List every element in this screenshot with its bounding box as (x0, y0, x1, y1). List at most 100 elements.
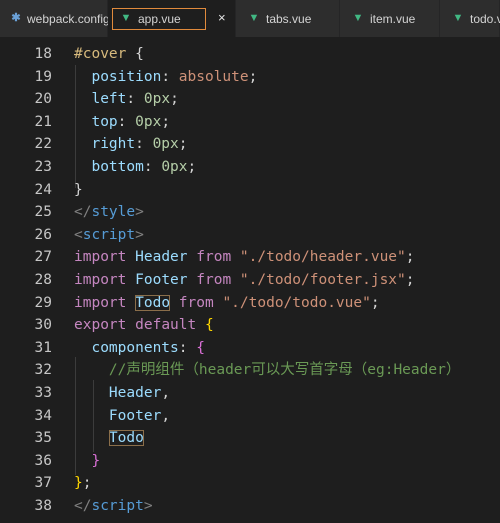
code-line[interactable]: 29 import Todo from "./todo/todo.vue"; (0, 292, 500, 315)
code-text[interactable]: </style> (74, 201, 144, 224)
code-text[interactable]: } (74, 450, 100, 473)
code-line[interactable]: 38 </script> (0, 495, 500, 518)
code-line[interactable]: 28 import Footer from "./todo/footer.jsx"… (0, 269, 500, 292)
code-token: { (204, 317, 214, 334)
code-text[interactable]: Header, (74, 382, 170, 405)
line-number: 26 (34, 226, 52, 243)
tab-app-vue[interactable]: ▼ app.vue × (108, 0, 236, 37)
code-token: "./todo/footer.jsx" (239, 272, 406, 288)
code-text[interactable]: }; (74, 472, 91, 495)
code-text[interactable]: //声明组件（header可以大写首字母（eg:Header） (74, 359, 460, 382)
line-number: 21 (34, 113, 52, 130)
code-token: : (126, 91, 144, 108)
code-text[interactable]: } (74, 179, 83, 202)
code-token: import (74, 272, 127, 288)
code-text[interactable]: export default { (74, 314, 214, 337)
code-line[interactable]: 20 left: 0px; (0, 88, 500, 111)
code-token: Header (74, 385, 162, 401)
code-token: 0px (152, 136, 179, 153)
code-line[interactable]: 37}; (0, 472, 500, 495)
code-token: </ (74, 204, 92, 221)
code-token: script (82, 226, 136, 243)
code-token: > (135, 204, 144, 221)
tab-item-vue[interactable]: ▼ item.vue (340, 0, 440, 37)
gear-icon: ✱ (11, 12, 21, 24)
code-text[interactable]: left: 0px; (74, 88, 179, 111)
code-token: { (135, 46, 144, 62)
tab-label: todo.vu (470, 12, 500, 26)
line-number: 34 (34, 407, 52, 424)
line-number: 25 (34, 204, 52, 221)
code-token: ; (248, 68, 258, 85)
code-text[interactable]: bottom: 0px; (74, 156, 196, 179)
code-token: style (91, 204, 136, 221)
code-token: ; (170, 91, 179, 108)
code-line[interactable]: 30 export default { (0, 314, 500, 337)
code-line[interactable]: 22 right: 0px; (0, 133, 500, 156)
code-text[interactable]: Todo (74, 427, 144, 450)
code-text[interactable]: Footer, (74, 405, 170, 428)
line-number: 36 (34, 452, 52, 469)
code-token: : (135, 136, 153, 153)
code-token: ; (370, 294, 380, 311)
code-line[interactable]: 18 #cover { (0, 43, 500, 66)
code-text[interactable]: top: 0px; (74, 111, 170, 134)
code-line[interactable]: 26 <script> (0, 224, 500, 247)
line-number: 28 (34, 272, 52, 288)
code-text[interactable]: components: { (74, 337, 205, 360)
code-token: ; (187, 159, 197, 175)
code-line[interactable]: 35 Todo (0, 427, 500, 450)
code-token: right (74, 136, 136, 153)
tab-webpack-config[interactable]: ✱ webpack.config.js (0, 0, 122, 37)
code-token: "./todo/header.vue" (239, 249, 406, 266)
code-line[interactable]: 36 } (0, 450, 500, 473)
code-token: absolute (178, 68, 249, 85)
close-icon[interactable]: × (218, 10, 226, 26)
tab-label: app.vue (138, 12, 181, 26)
code-line[interactable]: 32 //声明组件（header可以大写首字母（eg:Header） (0, 359, 500, 382)
code-token: from (196, 272, 232, 288)
code-token: 0px (143, 91, 171, 108)
code-line[interactable]: 19 position: absolute; (0, 66, 500, 89)
code-text[interactable]: import Todo from "./todo/todo.vue"; (74, 292, 380, 315)
vue-icon: ▼ (452, 12, 464, 24)
code-line[interactable]: 25 </style> (0, 201, 500, 224)
code-token: import (74, 249, 127, 266)
code-token: Header (135, 249, 188, 266)
code-text[interactable]: <script> (74, 224, 144, 247)
code-line[interactable]: 33 Header, (0, 382, 500, 405)
line-number: 30 (34, 317, 52, 334)
code-line[interactable]: 27 import Header from "./todo/header.vue"… (0, 246, 500, 269)
code-token: script (91, 498, 144, 514)
line-number: 18 (34, 46, 52, 62)
code-line[interactable]: 21 top: 0px; (0, 111, 500, 134)
tab-todo-vue[interactable]: ▼ todo.vu (440, 0, 500, 37)
code-text[interactable]: #cover { (74, 43, 144, 66)
code-line[interactable]: 24} (0, 179, 500, 202)
code-token: > (135, 226, 144, 243)
code-line[interactable]: 34 Footer, (0, 405, 500, 428)
code-editor[interactable]: 18 #cover {19 position: absolute; 20 left:… (0, 37, 500, 523)
code-text[interactable]: import Footer from "./todo/footer.jsx"; (74, 269, 415, 292)
code-text[interactable]: import Header from "./todo/header.vue"; (74, 246, 415, 269)
line-number: 22 (34, 136, 52, 153)
code-text[interactable]: position: absolute; (74, 66, 257, 89)
code-token: ; (82, 475, 92, 492)
line-number: 23 (34, 159, 52, 175)
code-text[interactable]: right: 0px; (74, 133, 187, 156)
code-text[interactable]: </script> (74, 495, 153, 518)
code-line[interactable]: 31 components: { (0, 337, 500, 360)
vue-icon: ▼ (352, 12, 364, 24)
code-line[interactable]: 23 bottom: 0px; (0, 156, 500, 179)
code-token: from (178, 294, 214, 311)
code-token: : (143, 159, 162, 175)
tab-tabs-vue[interactable]: ▼ tabs.vue (236, 0, 340, 37)
